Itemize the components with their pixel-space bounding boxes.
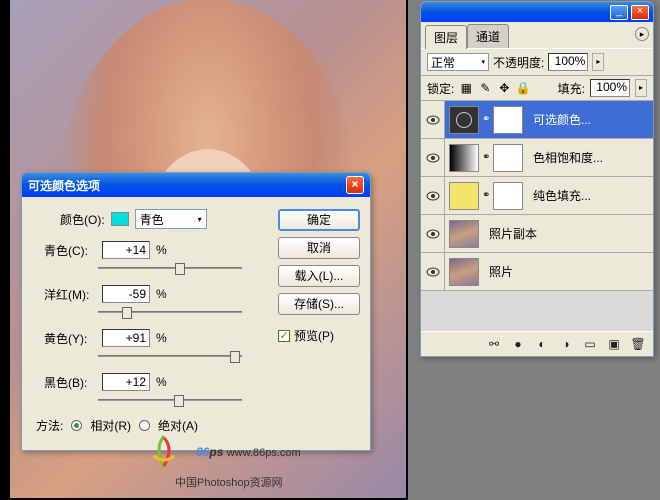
layer-row[interactable]: ⚭ 可选颜色...: [421, 101, 653, 139]
chevron-down-icon: ▾: [198, 215, 202, 224]
fill-flyout-icon[interactable]: ▸: [635, 79, 647, 97]
radio-relative[interactable]: [71, 420, 82, 431]
radio-absolute[interactable]: [139, 420, 150, 431]
color-dropdown-value: 青色: [140, 211, 164, 228]
link-layers-icon[interactable]: ⚯: [485, 336, 503, 352]
watermark-brand: 86: [196, 445, 209, 459]
magenta-input[interactable]: -59: [102, 285, 150, 303]
layer-row[interactable]: ⚭ 纯色填充...: [421, 177, 653, 215]
adjustment-thumb: [449, 144, 479, 172]
visibility-toggle[interactable]: [421, 139, 445, 176]
lock-all-icon[interactable]: 🔒: [516, 81, 530, 95]
fill-thumb: [449, 182, 479, 210]
visibility-toggle[interactable]: [421, 215, 445, 252]
link-icon[interactable]: ⚭: [482, 114, 490, 125]
close-icon[interactable]: ×: [631, 5, 649, 20]
layer-row[interactable]: 照片: [421, 253, 653, 291]
layer-thumb: [449, 258, 479, 286]
lock-transparency-icon[interactable]: ▦: [459, 81, 473, 95]
visibility-toggle[interactable]: [421, 101, 445, 138]
layer-thumb: [449, 220, 479, 248]
cyan-input[interactable]: +14: [102, 241, 150, 259]
colors-label: 颜色(O):: [60, 211, 105, 228]
tab-layers[interactable]: 图层: [425, 25, 467, 49]
lock-pixels-icon[interactable]: ✎: [478, 81, 492, 95]
adjustment-thumb: [449, 106, 479, 134]
load-button[interactable]: 载入(L)...: [278, 265, 360, 287]
relative-label: 相对(R): [90, 417, 131, 434]
method-label: 方法:: [36, 417, 63, 434]
visibility-toggle[interactable]: [421, 177, 445, 214]
layers-footer: ⚯ ● ◐ ◑ ▭ ▣ 🗑: [421, 331, 653, 356]
lock-label: 锁定:: [427, 80, 454, 97]
layer-mask-icon[interactable]: ◐: [533, 336, 551, 352]
layer-style-icon[interactable]: ●: [509, 336, 527, 352]
watermark-subtitle: 中国Photoshop资源网: [175, 474, 283, 490]
panel-menu-icon[interactable]: ▸: [635, 27, 649, 41]
opacity-label: 不透明度:: [493, 54, 544, 71]
save-button[interactable]: 存储(S)...: [278, 293, 360, 315]
link-icon[interactable]: ⚭: [482, 190, 490, 201]
black-label: 黑色(B):: [44, 374, 96, 391]
layer-row[interactable]: ⚭ 色相饱和度...: [421, 139, 653, 177]
selective-color-dialog: 可选颜色选项 × 颜色(O): 青色 ▾ 青色(C): +14 % 洋红(M):…: [21, 172, 371, 451]
cyan-label: 青色(C):: [44, 242, 96, 259]
tab-channels[interactable]: 通道: [467, 24, 509, 48]
trash-icon[interactable]: 🗑: [629, 336, 647, 352]
dialog-title: 可选颜色选项: [28, 177, 100, 194]
layer-name[interactable]: 可选颜色...: [527, 111, 653, 128]
watermark-url: www.86ps.com: [227, 447, 301, 459]
black-input[interactable]: +12: [102, 373, 150, 391]
adjustment-layer-icon[interactable]: ◑: [557, 336, 575, 352]
ok-button[interactable]: 确定: [278, 209, 360, 231]
magenta-label: 洋红(M):: [44, 286, 96, 303]
blend-mode-value: 正常: [431, 54, 455, 71]
layer-row[interactable]: 照片副本: [421, 215, 653, 253]
lock-position-icon[interactable]: ✥: [497, 81, 511, 95]
yellow-label: 黄色(Y):: [44, 330, 96, 347]
yellow-slider[interactable]: [98, 349, 242, 365]
percent-sign: %: [156, 375, 170, 389]
preview-checkbox[interactable]: ✓: [278, 330, 290, 342]
fill-input[interactable]: 100%: [590, 79, 630, 97]
layers-panel: _ × 图层 通道 ▸ 正常 ▾ 不透明度: 100% ▸ 锁定: ▦ ✎ ✥ …: [420, 1, 654, 357]
new-layer-icon[interactable]: ▣: [605, 336, 623, 352]
link-icon[interactable]: ⚭: [482, 152, 490, 163]
watermark-suffix: ps: [209, 445, 223, 459]
color-swatch: [111, 212, 129, 226]
cyan-slider[interactable]: [98, 261, 242, 277]
cancel-button[interactable]: 取消: [278, 237, 360, 259]
logo-icon: [140, 432, 188, 472]
group-icon[interactable]: ▭: [581, 336, 599, 352]
mask-thumb: [493, 144, 523, 172]
watermark: 86ps www.86ps.com: [140, 432, 301, 472]
layers-titlebar[interactable]: _ ×: [421, 2, 653, 22]
fill-label: 填充:: [558, 80, 585, 97]
preview-label: 预览(P): [294, 327, 334, 344]
layer-name[interactable]: 照片: [483, 263, 653, 280]
percent-sign: %: [156, 243, 170, 257]
mask-thumb: [493, 182, 523, 210]
close-icon[interactable]: ×: [346, 176, 364, 194]
percent-sign: %: [156, 331, 170, 345]
layer-name[interactable]: 纯色填充...: [527, 187, 653, 204]
blend-mode-dropdown[interactable]: 正常 ▾: [427, 53, 489, 71]
black-slider[interactable]: [98, 393, 242, 409]
dialog-titlebar[interactable]: 可选颜色选项 ×: [22, 173, 370, 197]
layer-name[interactable]: 色相饱和度...: [527, 149, 653, 166]
mask-thumb: [493, 106, 523, 134]
percent-sign: %: [156, 287, 170, 301]
opacity-input[interactable]: 100%: [548, 53, 588, 71]
layers-list: ⚭ 可选颜色... ⚭ 色相饱和度... ⚭ 纯色填充... 照片副本 照片: [421, 101, 653, 331]
opacity-flyout-icon[interactable]: ▸: [592, 53, 604, 71]
magenta-slider[interactable]: [98, 305, 242, 321]
layer-name[interactable]: 照片副本: [483, 225, 653, 242]
chevron-down-icon: ▾: [481, 58, 485, 66]
minimize-icon[interactable]: _: [610, 5, 628, 20]
color-dropdown[interactable]: 青色 ▾: [135, 209, 207, 229]
visibility-toggle[interactable]: [421, 253, 445, 290]
yellow-input[interactable]: +91: [102, 329, 150, 347]
